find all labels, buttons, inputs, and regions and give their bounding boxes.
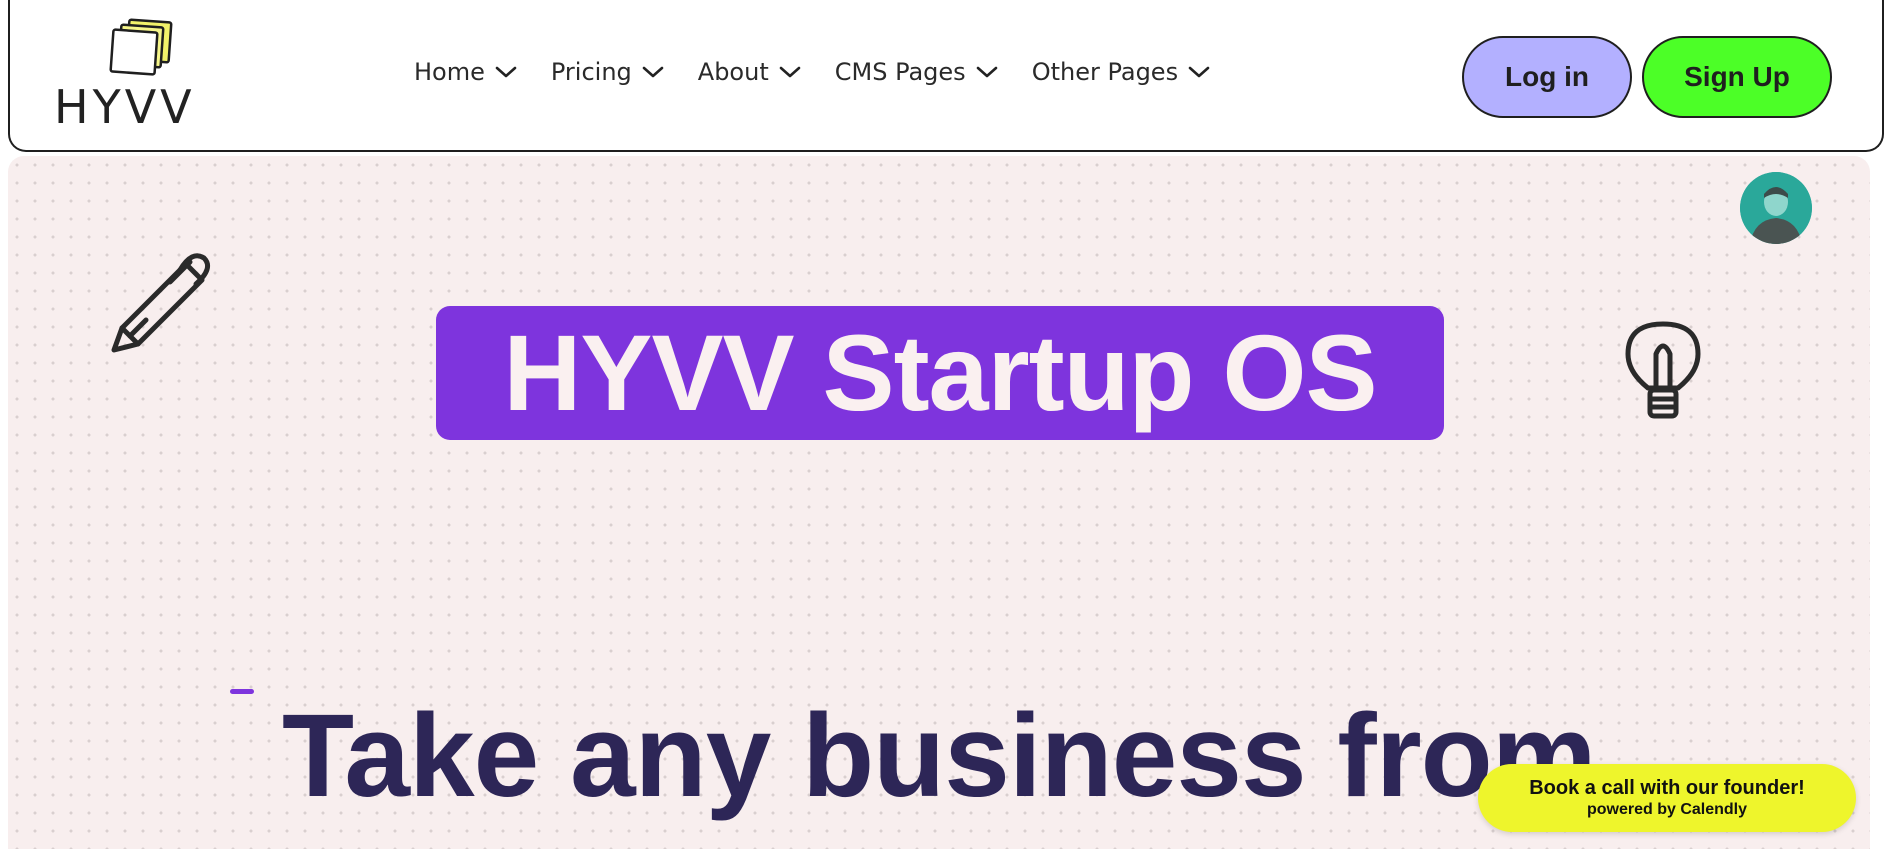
calendly-booking-button[interactable]: Book a call with our founder! powered by… [1478,764,1856,832]
stacked-cards-logo-icon [109,18,173,76]
chevron-down-icon [495,66,517,78]
signup-button[interactable]: Sign Up [1642,36,1832,118]
chevron-down-icon [642,66,664,78]
logo-text: HYVV [54,80,196,134]
chevron-down-icon [779,66,801,78]
nav-item-label: Pricing [550,58,632,86]
nav-item-home[interactable]: Home [414,58,517,86]
hero-section: HYVV Startup OS Take any business from [8,156,1870,849]
person-avatar-icon [1740,172,1812,244]
chevron-down-icon [1188,66,1210,78]
chevron-down-icon [976,66,997,78]
calendly-title: Book a call with our founder! [1529,777,1805,799]
main-nav: Home Pricing About CMS Pages Other Pages [414,58,1210,86]
decorative-dash [230,689,254,694]
nav-item-other-pages[interactable]: Other Pages [1032,58,1210,86]
avatar[interactable] [1740,172,1812,244]
lightbulb-icon [1625,321,1701,419]
pen-icon [111,253,211,353]
nav-item-label: CMS Pages [834,58,966,86]
navbar: HYVV Home Pricing About CMS Pages Other … [8,0,1884,152]
logo[interactable]: HYVV [54,18,214,134]
nav-item-label: Home [414,58,485,86]
nav-item-cms-pages[interactable]: CMS Pages [835,58,998,86]
login-button[interactable]: Log in [1462,36,1632,118]
nav-item-label: About [697,58,769,86]
hero-badge: HYVV Startup OS [436,306,1444,440]
nav-item-about[interactable]: About [698,58,801,86]
nav-item-pricing[interactable]: Pricing [551,58,664,86]
hero-badge-text: HYVV Startup OS [503,312,1377,433]
nav-item-label: Other Pages [1031,58,1179,86]
calendly-subtitle: powered by Calendly [1586,801,1748,818]
page: HYVV Home Pricing About CMS Pages Other … [0,0,1884,849]
